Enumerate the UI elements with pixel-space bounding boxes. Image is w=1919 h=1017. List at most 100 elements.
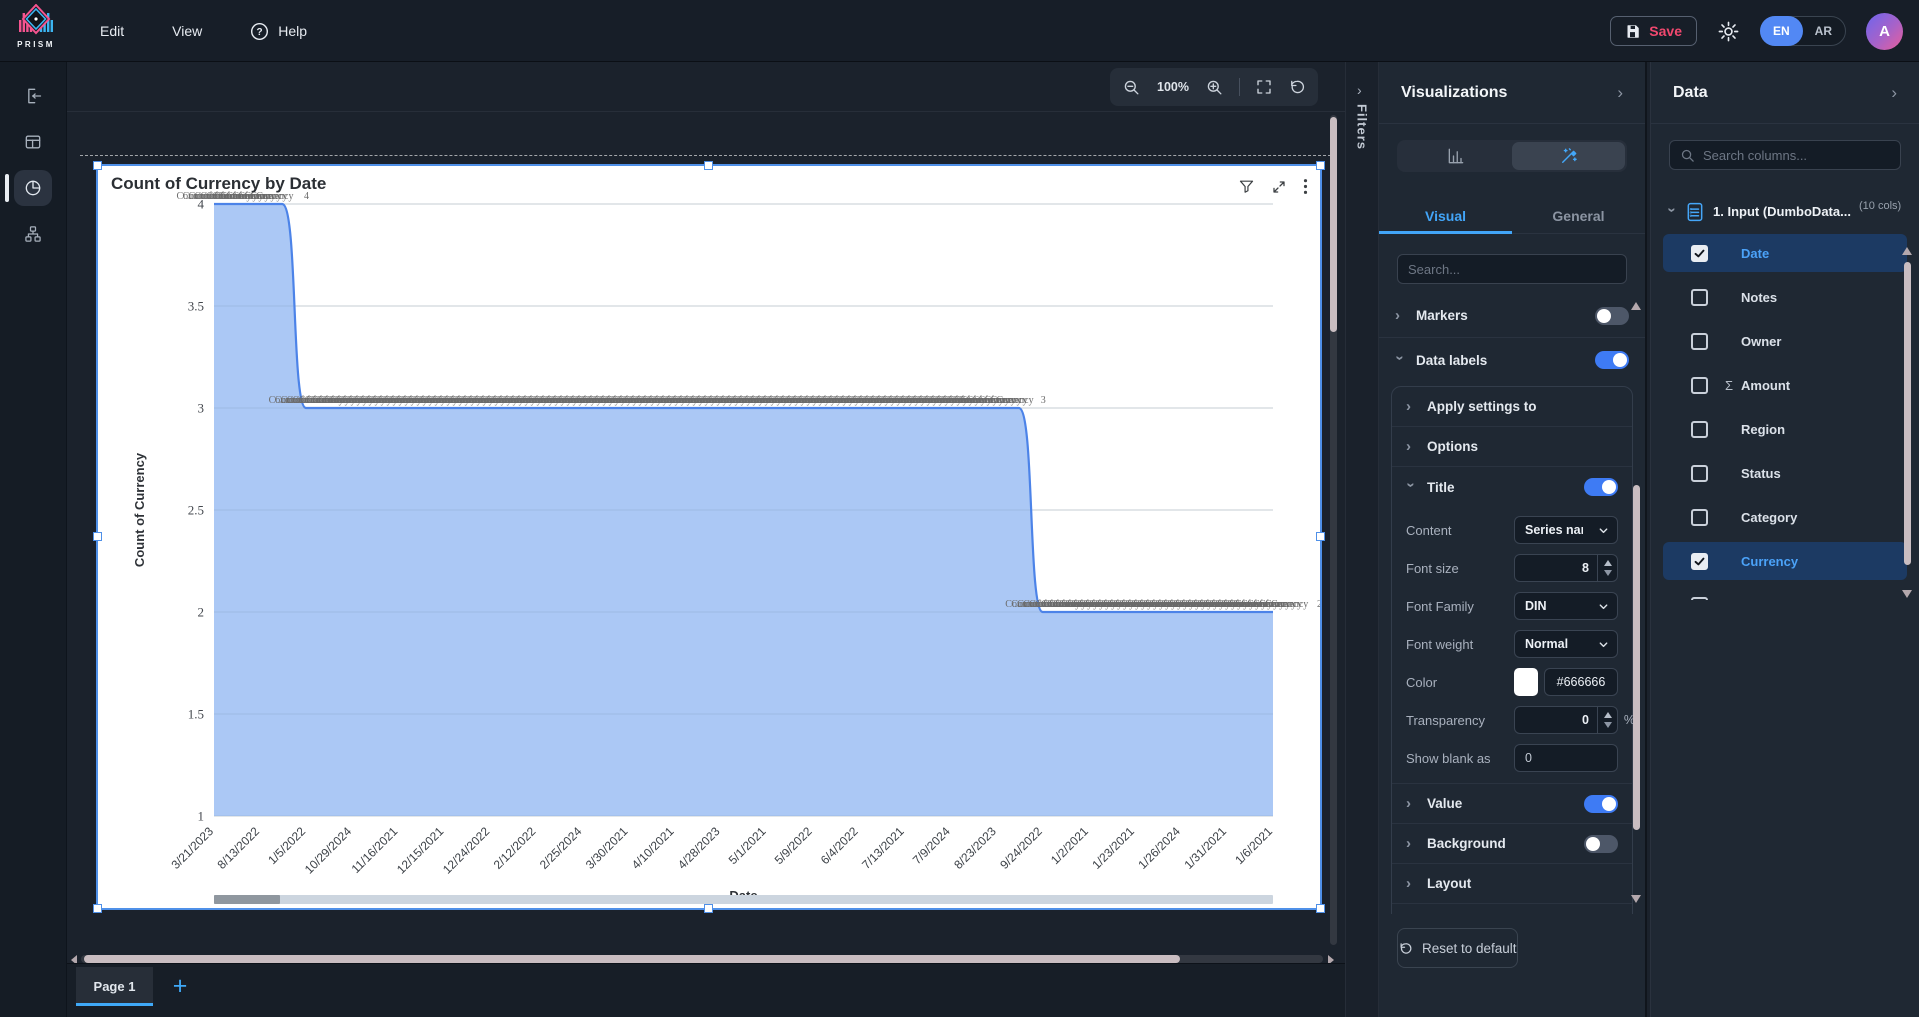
reset-to-default-button[interactable]: Reset to default — [1397, 928, 1518, 968]
stepper[interactable] — [1597, 555, 1617, 581]
show-blank-value[interactable] — [1515, 745, 1617, 771]
step-down-icon[interactable] — [1604, 570, 1612, 576]
setting-apply-settings-to[interactable]: › Apply settings to — [1392, 387, 1632, 427]
zoom-level[interactable]: 100% — [1156, 80, 1190, 94]
prism-logo[interactable]: PRISM — [10, 4, 62, 49]
chart-type-standard[interactable] — [1399, 142, 1512, 170]
chevron-right-icon[interactable]: › — [1406, 835, 1416, 852]
chevron-right-icon[interactable]: › — [1406, 795, 1416, 812]
color-swatch[interactable] — [1514, 668, 1538, 696]
language-toggle[interactable]: EN AR — [1760, 16, 1846, 46]
title-toggle[interactable] — [1584, 478, 1618, 496]
canvas-hscrollbar-thumb[interactable] — [84, 955, 1180, 963]
reset-view-icon[interactable] — [1288, 78, 1306, 96]
value-toggle[interactable] — [1584, 795, 1618, 813]
checkbox-icon[interactable] — [1691, 377, 1708, 394]
setting-title[interactable]: › Title — [1392, 467, 1632, 507]
zoom-out-icon[interactable] — [1122, 78, 1141, 97]
step-down-icon[interactable] — [1604, 722, 1612, 728]
field-row-date[interactable]: Date — [1663, 234, 1907, 272]
checkbox-icon[interactable] — [1691, 333, 1708, 350]
save-button[interactable]: Save — [1610, 16, 1697, 46]
color-hex-value[interactable] — [1545, 669, 1617, 695]
resize-handle-bottom-right[interactable] — [1316, 904, 1325, 913]
filters-expand-chevron-icon[interactable]: › — [1357, 82, 1362, 98]
lang-ar[interactable]: AR — [1802, 24, 1845, 38]
setting-options[interactable]: › Options — [1392, 427, 1632, 467]
checkbox-icon[interactable] — [1691, 421, 1708, 438]
data-scroll-down-arrow[interactable] — [1902, 590, 1912, 598]
avatar[interactable]: A — [1866, 13, 1903, 50]
setting-data-labels[interactable]: › Data labels — [1379, 338, 1645, 382]
canvas-vscrollbar-thumb[interactable] — [1330, 117, 1337, 332]
field-row-region[interactable]: Region — [1663, 410, 1907, 448]
resize-handle-left[interactable] — [93, 532, 102, 541]
checkbox-icon[interactable] — [1691, 465, 1708, 482]
chevron-right-icon[interactable]: › — [1406, 875, 1416, 892]
fit-screen-icon[interactable] — [1255, 78, 1273, 96]
field-row-amount[interactable]: ΣAmount — [1663, 366, 1907, 404]
resize-handle-bottom-left[interactable] — [93, 904, 102, 913]
menu-edit[interactable]: Edit — [100, 23, 124, 39]
viz-scroll-up-arrow[interactable] — [1631, 302, 1641, 310]
collapse-chevron-icon[interactable]: › — [1617, 83, 1623, 103]
show-blank-input[interactable] — [1514, 744, 1618, 772]
data-search-input[interactable] — [1703, 148, 1890, 163]
viz-scrollbar-thumb[interactable] — [1633, 485, 1640, 830]
chevron-down-icon[interactable]: › — [1392, 355, 1409, 365]
resize-handle-top-right[interactable] — [1316, 161, 1325, 170]
checkbox-icon[interactable] — [1691, 509, 1708, 526]
theme-toggle-sun-icon[interactable] — [1717, 20, 1740, 43]
menu-help[interactable]: ? Help — [250, 22, 307, 41]
area-chart[interactable]: 43.532.521.51Count of CurrencyCount of C… — [98, 166, 1320, 908]
field-row-owner[interactable]: Owner — [1663, 322, 1907, 360]
charts-pie-icon[interactable] — [14, 170, 52, 206]
checkbox-icon[interactable] — [1691, 289, 1708, 306]
checkbox-checked-icon[interactable] — [1691, 553, 1708, 570]
markers-toggle[interactable] — [1595, 307, 1629, 325]
page-tab[interactable]: Page 1 — [76, 967, 153, 1006]
resize-handle-top-left[interactable] — [93, 161, 102, 170]
field-row-notes[interactable]: Notes — [1663, 278, 1907, 316]
tab-general[interactable]: General — [1512, 202, 1645, 233]
viz-search-input[interactable] — [1408, 262, 1616, 277]
filter-funnel-icon[interactable] — [1238, 178, 1255, 195]
checkbox-icon[interactable] — [1691, 597, 1708, 601]
hierarchy-icon[interactable] — [14, 216, 52, 252]
menu-view[interactable]: View — [172, 23, 202, 39]
chevron-right-icon[interactable]: › — [1406, 438, 1416, 455]
add-page-button[interactable]: + — [166, 972, 194, 1000]
font-size-input[interactable] — [1514, 554, 1618, 582]
content-select[interactable]: Series name — [1514, 516, 1618, 544]
setting-value[interactable]: › Value — [1392, 783, 1632, 823]
collapse-panel-icon[interactable] — [14, 78, 52, 114]
stepper[interactable] — [1597, 707, 1617, 733]
color-hex-input[interactable] — [1544, 668, 1618, 696]
layout-table-icon[interactable] — [14, 124, 52, 160]
setting-markers[interactable]: › Markers — [1379, 294, 1645, 338]
chart-widget[interactable]: 43.532.521.51Count of CurrencyCount of C… — [98, 166, 1320, 908]
data-scroll-up-arrow[interactable] — [1902, 247, 1912, 255]
transparency-input[interactable]: % — [1514, 706, 1618, 734]
chevron-down-icon[interactable]: › — [1403, 482, 1420, 492]
chevron-right-icon[interactable]: › — [1406, 398, 1416, 415]
resize-handle-bottom[interactable] — [704, 904, 713, 913]
checkbox-checked-icon[interactable] — [1691, 245, 1708, 262]
dataset-tree-item[interactable]: › 1. Input (DumboData.... (10 cols) — [1651, 196, 1919, 228]
step-up-icon[interactable] — [1604, 560, 1612, 566]
background-toggle[interactable] — [1584, 835, 1618, 853]
data-labels-toggle[interactable] — [1595, 351, 1629, 369]
field-row-category[interactable]: Category — [1663, 498, 1907, 536]
chart-type-smart[interactable] — [1512, 142, 1625, 170]
expand-icon[interactable] — [1271, 179, 1287, 195]
collapse-chevron-icon[interactable]: › — [1891, 83, 1897, 103]
field-row-partial[interactable] — [1663, 586, 1907, 600]
setting-background[interactable]: › Background — [1392, 823, 1632, 863]
lang-en[interactable]: EN — [1760, 16, 1803, 46]
kebab-menu-icon[interactable] — [1303, 178, 1308, 195]
field-row-currency[interactable]: Currency — [1663, 542, 1907, 580]
field-row-status[interactable]: Status — [1663, 454, 1907, 492]
setting-layout[interactable]: › Layout — [1392, 863, 1632, 903]
resize-handle-right[interactable] — [1316, 532, 1325, 541]
font-family-select[interactable]: DIN — [1514, 592, 1618, 620]
